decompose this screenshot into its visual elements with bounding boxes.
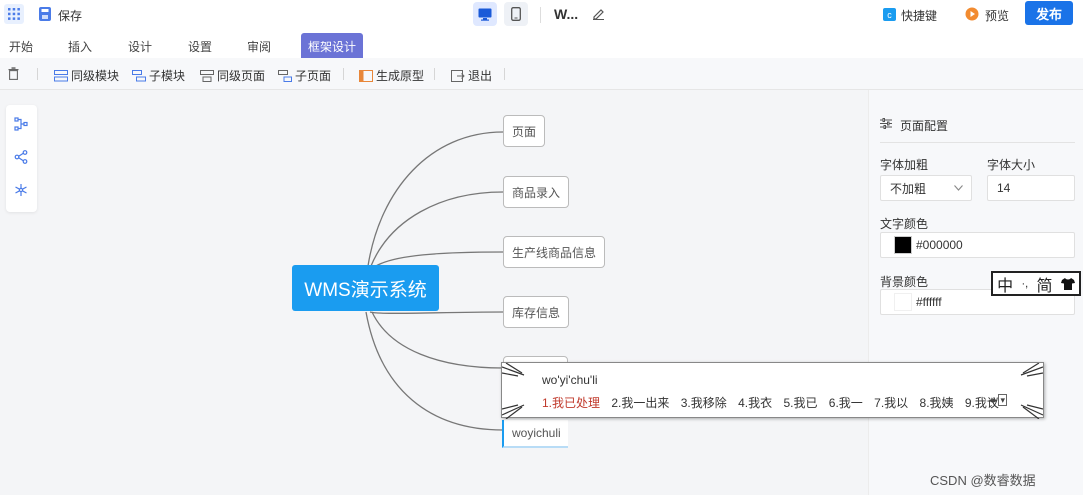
- generate-prototype-icon: [359, 69, 373, 82]
- divider: [880, 142, 1075, 143]
- divider: [37, 68, 38, 80]
- child-page-button[interactable]: 子页面: [278, 67, 331, 84]
- sibling-module-button[interactable]: 同级模块: [54, 67, 119, 84]
- mindmap-node-production-line[interactable]: 生产线商品信息: [503, 236, 606, 268]
- keyboard-shortcut-icon[interactable]: c: [883, 8, 896, 21]
- exit-label: 退出: [468, 69, 493, 83]
- ime-candidate[interactable]: 4.我衣: [738, 396, 772, 410]
- divider: [504, 68, 505, 80]
- layout-toolbar: [6, 105, 37, 212]
- font-weight-label: 字体加粗: [880, 158, 929, 172]
- exit-icon: [451, 69, 465, 82]
- app-grid-button[interactable]: [4, 4, 24, 24]
- ime-page-nav[interactable]: ◂▸ ▾: [988, 394, 1007, 406]
- ime-mode-chinese[interactable]: 中: [997, 272, 1013, 296]
- ime-candidate[interactable]: 2.我一出来: [611, 396, 669, 410]
- divider: [434, 68, 435, 80]
- ime-candidate-list: 1.我已处理 2.我一出来 3.我移除 4.我衣 5.我已 6.我一 7.我以 …: [542, 394, 1007, 411]
- ime-candidate[interactable]: 3.我移除: [681, 396, 727, 410]
- exit-button[interactable]: 退出: [451, 67, 492, 84]
- shortcut-button[interactable]: 快捷键: [901, 7, 937, 24]
- ime-next-icon[interactable]: ▸: [993, 395, 998, 405]
- tab-design[interactable]: 设计: [128, 38, 152, 55]
- divider: [343, 68, 344, 80]
- tab-frame-design[interactable]: 框架设计: [301, 33, 364, 58]
- bg-color-value: #ffffff: [916, 295, 942, 309]
- mindmap-node-product-entry[interactable]: 商品录入: [503, 176, 570, 208]
- mobile-icon: [511, 7, 521, 21]
- mindmap-root-node[interactable]: WMS演示系统: [292, 265, 439, 311]
- monitor-icon: [478, 8, 492, 21]
- ime-status-bar[interactable]: 中 ·, 简: [991, 271, 1081, 296]
- mobile-view-button[interactable]: [504, 2, 528, 26]
- tab-settings[interactable]: 设置: [188, 38, 212, 55]
- child-page-label: 子页面: [295, 69, 332, 83]
- bg-color-label: 背景颜色: [880, 275, 929, 289]
- child-module-icon: [132, 69, 146, 81]
- sibling-page-icon: [200, 69, 214, 82]
- text-color-value: #000000: [916, 238, 963, 252]
- top-bar: 保存 W... c 快捷键 预览 发布: [0, 0, 1083, 30]
- tab-review[interactable]: 审阅: [247, 38, 271, 55]
- ime-expand-icon[interactable]: ▾: [998, 394, 1007, 406]
- ime-candidate[interactable]: 7.我以: [874, 396, 908, 410]
- font-weight-value: 不加粗: [890, 181, 927, 196]
- child-page-icon: [278, 69, 292, 82]
- ime-punctuation[interactable]: ·,: [1021, 278, 1028, 290]
- sibling-page-button[interactable]: 同级页面: [200, 67, 265, 84]
- mindmap-node-inventory[interactable]: 库存信息: [503, 296, 570, 328]
- font-weight-select[interactable]: 不加粗: [880, 175, 972, 201]
- font-size-label: 字体大小: [987, 158, 1036, 172]
- ime-candidate[interactable]: 8.我姨: [920, 396, 954, 410]
- generate-prototype-button[interactable]: 生成原型: [359, 67, 424, 84]
- font-size-input[interactable]: 14: [987, 175, 1075, 201]
- branch-layout-icon[interactable]: [14, 150, 28, 164]
- document-title[interactable]: W...: [554, 6, 578, 22]
- tree-layout-icon[interactable]: [14, 117, 28, 131]
- edit-icon[interactable]: [592, 7, 605, 20]
- mindmap-node-editing-input[interactable]: woyichuli: [502, 420, 568, 448]
- preview-play-icon[interactable]: [965, 7, 979, 21]
- ime-candidate[interactable]: 1.我已处理: [542, 396, 600, 410]
- bg-color-swatch: [894, 293, 912, 311]
- save-icon[interactable]: [38, 6, 52, 22]
- svg-text:c: c: [887, 10, 892, 20]
- ime-decoration-right: [1020, 363, 1043, 419]
- child-module-label: 子模块: [149, 69, 186, 83]
- tab-insert[interactable]: 插入: [68, 38, 92, 55]
- radial-layout-icon[interactable]: [14, 183, 28, 197]
- child-module-button[interactable]: 子模块: [132, 67, 185, 84]
- divider: [540, 7, 541, 23]
- text-color-picker[interactable]: #000000: [880, 232, 1075, 258]
- ime-simplified[interactable]: 简: [1036, 272, 1052, 296]
- frame-design-toolbar: 同级模块 子模块 同级页面 子页面 生成原型 退出: [0, 58, 1083, 90]
- publish-button[interactable]: 发布: [1025, 1, 1073, 25]
- settings-sliders-icon: [880, 118, 892, 129]
- design-canvas[interactable]: WMS演示系统 页面 商品录入 生产线商品信息 库存信息 woyichuli: [0, 90, 868, 495]
- save-button[interactable]: 保存: [58, 7, 82, 24]
- pc-view-button[interactable]: [473, 2, 497, 26]
- ime-candidate-window: wo'yi'chu'li 1.我已处理 2.我一出来 3.我移除 4.我衣 5.…: [501, 362, 1044, 419]
- menu-tabs: 开始 插入 设计 设置 审阅 框架设计: [0, 30, 1083, 58]
- text-color-swatch: [894, 236, 912, 254]
- ime-pinyin-composition: wo'yi'chu'li: [542, 373, 598, 387]
- sibling-page-label: 同级页面: [217, 69, 266, 83]
- ime-candidate[interactable]: 5.我已: [783, 396, 817, 410]
- preview-button[interactable]: 预览: [985, 7, 1009, 24]
- mindmap-node-page[interactable]: 页面: [503, 115, 546, 147]
- grid-icon: [8, 8, 20, 20]
- panel-title: 页面配置: [900, 119, 949, 133]
- watermark: CSDN @数睿数据: [930, 473, 1036, 488]
- sibling-module-icon: [54, 69, 68, 81]
- generate-prototype-label: 生成原型: [376, 69, 425, 83]
- ime-skin-shirt-icon[interactable]: [1060, 277, 1075, 290]
- ime-candidate[interactable]: 6.我一: [829, 396, 863, 410]
- sibling-module-label: 同级模块: [71, 69, 120, 83]
- chevron-down-icon: [954, 185, 963, 191]
- ime-decoration-left: [502, 363, 525, 419]
- text-color-label: 文字颜色: [880, 217, 929, 231]
- delete-icon[interactable]: [8, 67, 19, 80]
- tab-start[interactable]: 开始: [9, 38, 33, 55]
